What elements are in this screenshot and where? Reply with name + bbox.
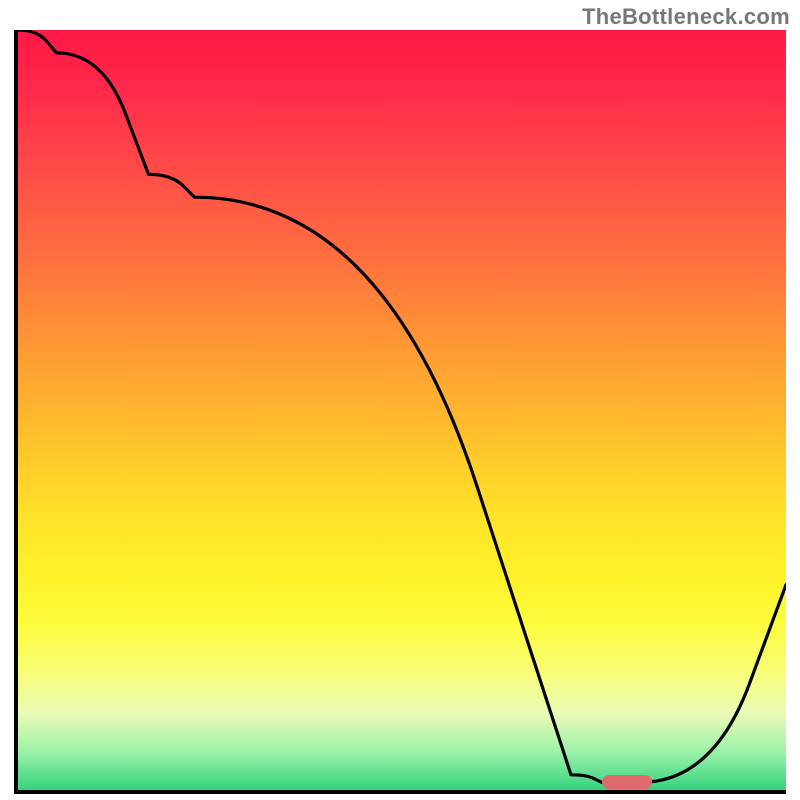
curve-path xyxy=(18,30,786,782)
optimal-marker xyxy=(602,775,652,789)
chart-container: TheBottleneck.com xyxy=(0,0,800,800)
bottleneck-curve xyxy=(18,30,786,790)
watermark-text: TheBottleneck.com xyxy=(582,4,790,30)
